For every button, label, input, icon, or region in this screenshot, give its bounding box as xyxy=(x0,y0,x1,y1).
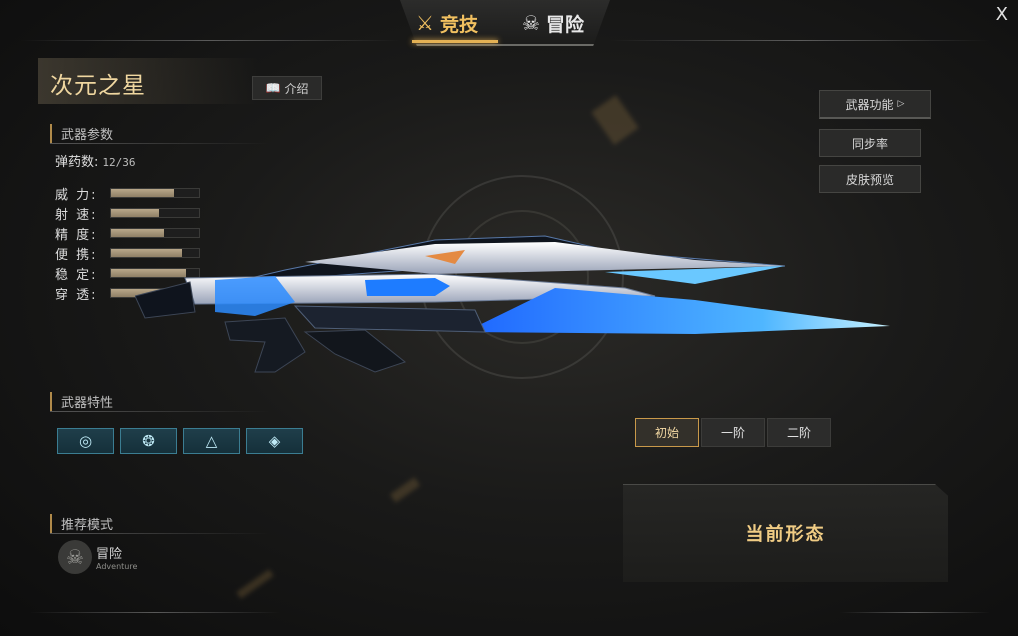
stat-bar-fill xyxy=(111,189,175,197)
stat-bar-fill xyxy=(111,209,159,217)
stage-one-button[interactable]: 一阶 xyxy=(701,418,765,447)
ammo-value: 12/36 xyxy=(102,156,136,169)
play-arrow-icon: ▷ xyxy=(897,99,905,109)
section-divider xyxy=(50,411,270,412)
tab-arena[interactable]: ⚔ 竞技 xyxy=(416,8,478,38)
recommended-mode-title: 推荐模式 xyxy=(50,514,113,533)
trait-diamond-icon[interactable]: ◈ xyxy=(246,428,303,454)
mode-subtitle: Adventure xyxy=(96,562,138,571)
ammo-label: 弹药数: xyxy=(55,155,99,170)
stat-row: 射 速: xyxy=(55,205,200,223)
mode-tabs: ⚔ 竞技 ☠ 冒险 xyxy=(400,0,610,46)
skin-preview-label: 皮肤预览 xyxy=(845,172,894,187)
trait-target-icon[interactable]: ◎ xyxy=(57,428,114,454)
mode-name: 冒险 xyxy=(96,547,123,562)
stat-label: 精 度: xyxy=(55,227,98,243)
weapon-function-label: 武器功能 xyxy=(845,97,894,112)
bg-shard xyxy=(389,477,421,503)
close-button[interactable]: X xyxy=(996,4,1008,25)
skull-icon: ☠ xyxy=(522,11,540,35)
sync-rate-label: 同步率 xyxy=(851,136,888,151)
trait-list: ◎ ❂ △ ◈ xyxy=(57,428,303,454)
stat-row: 威 力: xyxy=(55,185,200,203)
ammo-count: 弹药数: 12/36 xyxy=(55,151,136,170)
section-divider xyxy=(50,533,270,534)
current-form-title: 当前形态 xyxy=(745,524,826,545)
frame-line xyxy=(840,612,990,613)
stage-two-button[interactable]: 二阶 xyxy=(767,418,831,447)
stage-initial-button[interactable]: 初始 xyxy=(635,418,699,447)
stat-bar xyxy=(110,188,200,198)
skin-preview-button[interactable]: 皮肤预览 xyxy=(819,165,921,193)
stat-label: 穿 透: xyxy=(55,287,98,303)
stage-selector: 初始 一阶 二阶 xyxy=(635,418,831,447)
weapon-render xyxy=(135,235,890,373)
weapon-traits-title: 武器特性 xyxy=(50,392,113,411)
crossed-swords-icon: ⚔ xyxy=(416,11,434,35)
bg-shard xyxy=(591,95,639,145)
active-tab-indicator xyxy=(412,40,498,43)
intro-button[interactable]: 📖 介绍 xyxy=(252,76,322,100)
tab-adventure[interactable]: ☠ 冒险 xyxy=(522,8,584,38)
frame-line xyxy=(610,40,990,41)
stat-label: 稳 定: xyxy=(55,267,98,283)
weapon-name: 次元之星 xyxy=(50,73,146,99)
tab-arena-label: 竞技 xyxy=(439,13,478,36)
frame-line xyxy=(20,40,400,41)
intro-button-label: 介绍 xyxy=(284,81,309,96)
trait-triangle-icon[interactable]: △ xyxy=(183,428,240,454)
adventure-skull-icon: ☠ xyxy=(58,540,92,574)
book-icon: 📖 xyxy=(265,81,281,95)
recommended-mode: ☠ 冒险 Adventure xyxy=(58,540,137,574)
weapon-params-title: 武器参数 xyxy=(50,124,113,143)
weapon-function-button[interactable]: 武器功能 ▷ xyxy=(819,90,931,119)
frame-line xyxy=(30,612,280,613)
trait-shield-icon[interactable]: ❂ xyxy=(120,428,177,454)
bg-shard xyxy=(236,569,274,599)
section-divider xyxy=(50,143,270,144)
stat-bar xyxy=(110,208,200,218)
sync-rate-button[interactable]: 同步率 xyxy=(819,129,921,157)
tab-adventure-label: 冒险 xyxy=(545,13,584,36)
stat-label: 便 携: xyxy=(55,247,98,263)
stat-label: 射 速: xyxy=(55,207,98,223)
stat-label: 威 力: xyxy=(55,187,98,203)
